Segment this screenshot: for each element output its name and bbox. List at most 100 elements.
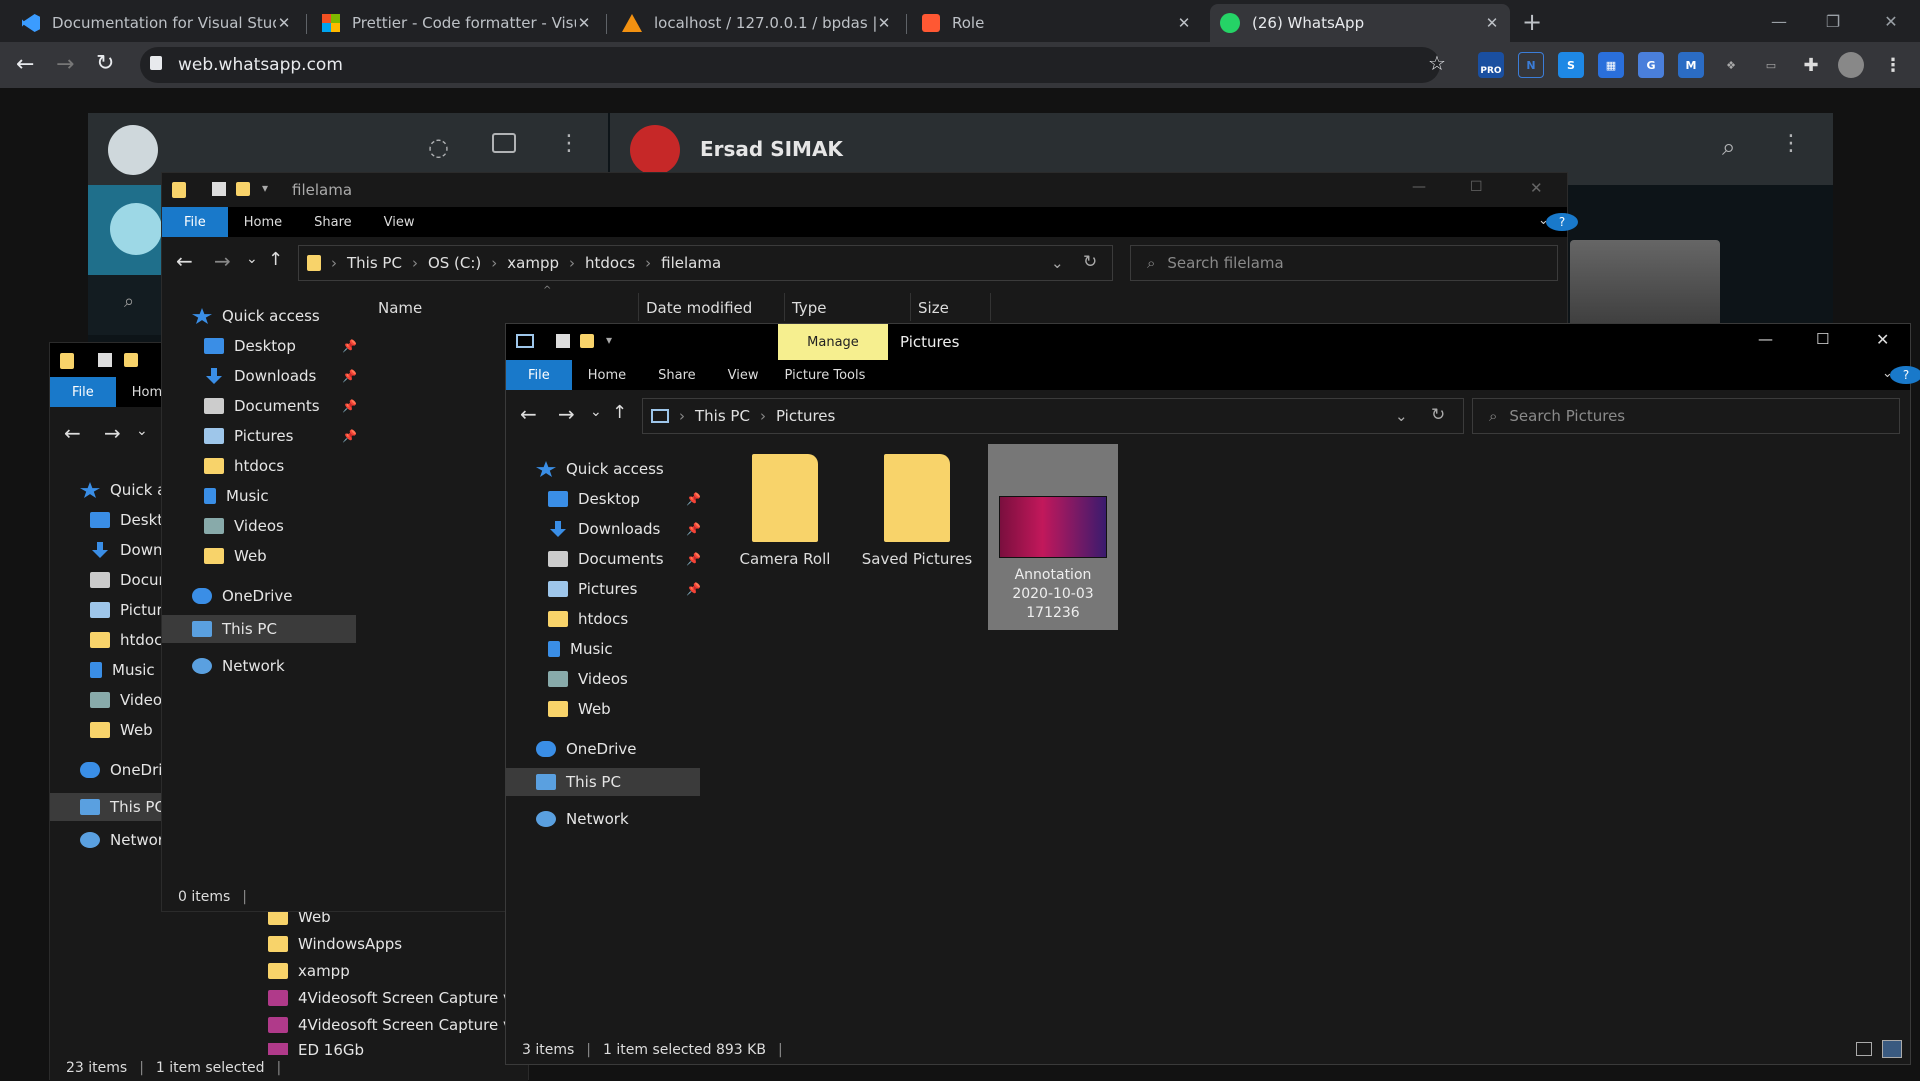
nav-htdocs[interactable]: htdocs bbox=[204, 457, 284, 475]
close-button[interactable]: ✕ bbox=[1876, 330, 1889, 349]
chevron-down-icon[interactable]: ⌄ bbox=[1395, 407, 1408, 425]
bell-off-icon[interactable] bbox=[110, 203, 162, 255]
search-icon[interactable]: ⌕ bbox=[1722, 133, 1735, 161]
list-item[interactable]: 4Videosoft Screen Capture v1.1 bbox=[268, 989, 536, 1007]
folder-tile[interactable]: Saved Pictures bbox=[854, 454, 980, 594]
address-bar[interactable]: › This PC › Pictures ⌄ ↻ bbox=[642, 398, 1464, 434]
breadcrumb-htdocs[interactable]: htdocs bbox=[585, 254, 635, 272]
refresh-icon[interactable]: ↻ bbox=[1431, 405, 1445, 425]
folder-tile[interactable]: Camera Roll bbox=[722, 454, 848, 594]
nav-pictures[interactable]: Pictures bbox=[204, 427, 293, 445]
nav-desktop[interactable]: Deskto bbox=[90, 511, 172, 529]
search-icon[interactable]: ⌕ bbox=[124, 291, 134, 312]
nav-onedrive[interactable]: OneDrive bbox=[192, 587, 293, 605]
manage-tab[interactable]: Manage bbox=[778, 324, 888, 360]
nav-web[interactable]: Web bbox=[90, 721, 153, 739]
ribbon-file-tab[interactable]: File bbox=[50, 377, 116, 407]
forward-button[interactable]: → bbox=[214, 249, 231, 273]
chrome-menu-icon[interactable]: ⋮ bbox=[1880, 52, 1906, 78]
list-item[interactable]: xampp bbox=[268, 962, 350, 980]
ribbon-share-tab[interactable]: Share bbox=[642, 368, 712, 383]
ribbon-view-tab[interactable]: View bbox=[712, 368, 775, 383]
nav-music[interactable]: Music bbox=[204, 487, 269, 505]
contact-name[interactable]: Ersad SIMAK bbox=[700, 137, 843, 161]
nav-network[interactable]: Network bbox=[536, 810, 629, 828]
forward-button[interactable]: → bbox=[104, 421, 121, 445]
ribbon-view-tab[interactable]: View bbox=[368, 215, 431, 230]
tab-prettier[interactable]: Prettier - Code formatter - Visual ✕ bbox=[312, 4, 602, 42]
extension-n-icon[interactable]: N bbox=[1518, 52, 1544, 78]
new-folder-icon[interactable] bbox=[580, 334, 594, 348]
list-item[interactable]: 4Videosoft Screen Capture v1.1 bbox=[268, 1016, 536, 1034]
close-window-button[interactable]: ✕ bbox=[1868, 0, 1914, 42]
back-button[interactable]: ← bbox=[16, 52, 34, 77]
properties-icon[interactable] bbox=[556, 334, 570, 348]
back-button[interactable]: ← bbox=[64, 421, 81, 445]
extension-m-icon[interactable]: M bbox=[1678, 52, 1704, 78]
nav-downloads[interactable]: Downloads bbox=[204, 367, 316, 385]
breadcrumb-pictures[interactable]: Pictures bbox=[776, 407, 835, 425]
extension-dropbox-icon[interactable]: ❖ bbox=[1718, 52, 1744, 78]
column-size[interactable]: Size bbox=[918, 299, 949, 317]
close-icon[interactable]: ✕ bbox=[576, 14, 592, 32]
recent-dropdown[interactable]: ⌄ bbox=[246, 251, 258, 267]
new-folder-icon[interactable] bbox=[236, 182, 250, 196]
nav-htdocs[interactable]: htdocs bbox=[548, 610, 628, 628]
extension-translate-icon[interactable]: G bbox=[1638, 52, 1664, 78]
contact-avatar[interactable] bbox=[630, 125, 680, 175]
column-date-modified[interactable]: Date modified bbox=[646, 299, 752, 317]
new-folder-icon[interactable] bbox=[124, 353, 138, 367]
menu-icon[interactable]: ⋮ bbox=[558, 131, 580, 156]
nav-pictures[interactable]: Pictures bbox=[548, 580, 637, 598]
breadcrumb-xampp[interactable]: xampp bbox=[507, 254, 559, 272]
close-icon[interactable]: ✕ bbox=[276, 14, 292, 32]
ribbon-share-tab[interactable]: Share bbox=[298, 215, 368, 230]
qat-dropdown-icon[interactable]: ▾ bbox=[262, 181, 268, 195]
close-button[interactable]: ✕ bbox=[1530, 179, 1543, 197]
up-button[interactable]: ↑ bbox=[612, 402, 627, 423]
search-input[interactable]: ⌕ Search Pictures bbox=[1472, 398, 1900, 434]
forward-button[interactable]: → bbox=[558, 402, 575, 426]
minimize-button[interactable]: — bbox=[1412, 179, 1426, 195]
nav-htdocs[interactable]: htdocs bbox=[90, 631, 170, 649]
image-tile-selected[interactable]: Annotation 2020-10-03 171236 bbox=[988, 444, 1118, 630]
help-icon[interactable]: ? bbox=[1890, 366, 1920, 384]
properties-icon[interactable] bbox=[98, 353, 112, 367]
nav-quick-access[interactable]: Quick access bbox=[536, 460, 664, 478]
ribbon-home-tab[interactable]: Home bbox=[572, 368, 642, 383]
search-input[interactable]: ⌕ Search filelama bbox=[1130, 245, 1558, 281]
column-name[interactable]: Name bbox=[378, 299, 422, 317]
profile-avatar[interactable] bbox=[1838, 52, 1864, 78]
qat-dropdown-icon[interactable]: ▾ bbox=[606, 333, 612, 347]
extensions-puzzle-icon[interactable]: ✚ bbox=[1798, 52, 1824, 78]
nav-onedrive[interactable]: OneDriv bbox=[80, 761, 171, 779]
nav-this-pc[interactable]: This PC bbox=[162, 615, 356, 643]
extension-cast-icon[interactable]: ▭ bbox=[1758, 52, 1784, 78]
close-icon[interactable]: ✕ bbox=[876, 14, 892, 32]
minimize-button[interactable]: — bbox=[1756, 0, 1802, 42]
nav-downloads[interactable]: Downloads bbox=[548, 520, 660, 538]
nav-network[interactable]: Network bbox=[80, 831, 173, 849]
breadcrumb-this-pc[interactable]: This PC bbox=[347, 254, 402, 272]
maximize-button[interactable]: ☐ bbox=[1816, 330, 1829, 348]
large-icons-view-icon[interactable] bbox=[1882, 1040, 1902, 1058]
tab-phpmyadmin[interactable]: localhost / 127.0.0.1 / bpdas | php ✕ bbox=[612, 4, 902, 42]
extension-pro-icon[interactable]: PRO bbox=[1478, 52, 1504, 78]
nav-documents[interactable]: Documents bbox=[548, 550, 664, 568]
nav-network[interactable]: Network bbox=[192, 657, 285, 675]
breadcrumb-os-c[interactable]: OS (C:) bbox=[428, 254, 481, 272]
nav-videos[interactable]: Videos bbox=[90, 691, 170, 709]
nav-desktop[interactable]: Desktop bbox=[548, 490, 640, 508]
nav-videos[interactable]: Videos bbox=[548, 670, 628, 688]
ribbon-file-tab[interactable]: File bbox=[506, 360, 572, 390]
close-icon[interactable]: ✕ bbox=[1176, 14, 1192, 32]
address-bar[interactable]: web.whatsapp.com ☆ bbox=[140, 47, 1446, 83]
list-item[interactable]: WindowsApps bbox=[268, 935, 402, 953]
new-chat-icon[interactable] bbox=[492, 133, 516, 153]
extension-calendar-icon[interactable]: ▦ bbox=[1598, 52, 1624, 78]
reload-button[interactable]: ↻ bbox=[96, 51, 114, 76]
restore-button[interactable]: ❐ bbox=[1810, 0, 1856, 42]
recent-dropdown[interactable]: ⌄ bbox=[136, 423, 148, 439]
extension-s-icon[interactable]: S bbox=[1558, 52, 1584, 78]
breadcrumb-filelama[interactable]: filelama bbox=[661, 254, 721, 272]
